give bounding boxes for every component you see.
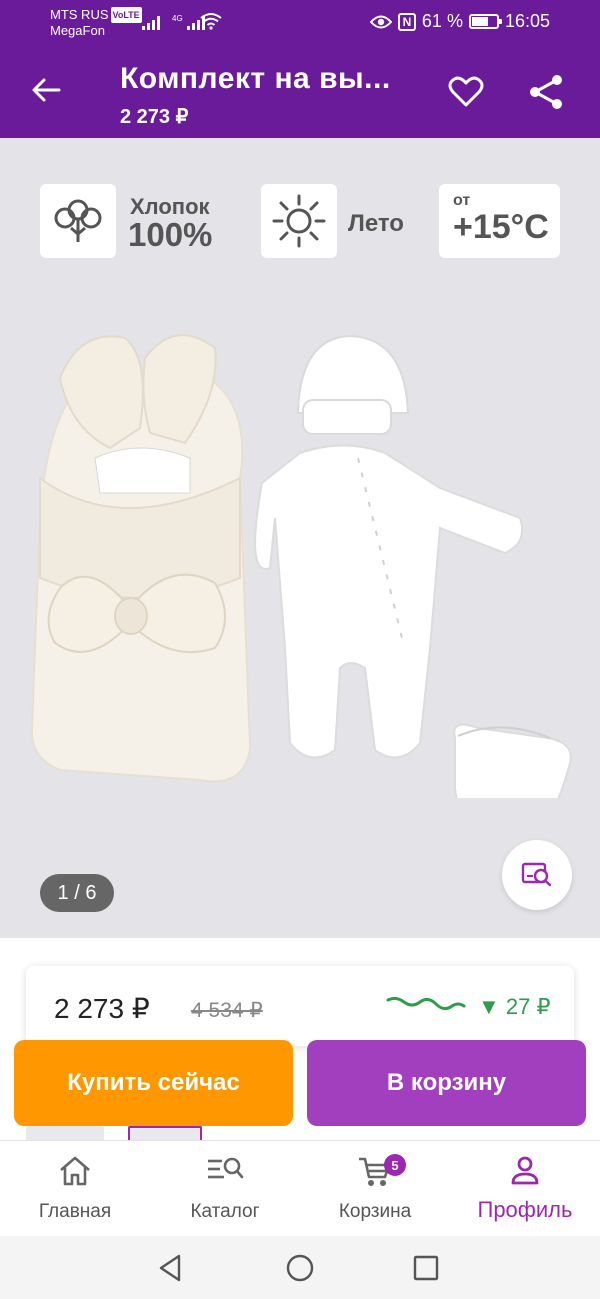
season-label: Лето: [348, 210, 404, 237]
nav-cart-label: Корзина: [338, 1201, 412, 1222]
arrow-back-icon: [32, 78, 61, 102]
old-price: 4 534 ₽: [191, 999, 263, 1022]
share-icon: [530, 75, 562, 109]
cotton-icon: [54, 199, 102, 242]
square-recents-icon: [413, 1255, 439, 1281]
buy-now-button[interactable]: Купить сейчас: [14, 1040, 293, 1126]
blanket-illustration: [30, 334, 252, 783]
image-counter: 1 / 6: [40, 874, 114, 912]
product-image-gallery[interactable]: Хлопок 100% Лето от +15°C 1 / 6: [0, 138, 600, 938]
price-drop: ▼ 27 ₽: [478, 994, 551, 1019]
sun-icon: [272, 194, 326, 248]
clock: 16:05: [504, 11, 550, 31]
signal-tag: 4G: [172, 14, 183, 23]
romper-illustration: [254, 444, 524, 759]
status-right: N 61 % 16:05: [369, 11, 550, 32]
wifi-icon: [200, 13, 222, 30]
favorite-button[interactable]: [442, 68, 490, 116]
nav-home-label: Главная: [38, 1201, 112, 1222]
home-icon: [60, 1156, 90, 1186]
system-navigation-bar: [0, 1236, 600, 1299]
add-to-cart-button[interactable]: В корзину: [307, 1040, 586, 1126]
share-button[interactable]: [522, 68, 570, 116]
battery-icon: [468, 14, 502, 29]
price-trend-icon: [386, 996, 466, 1011]
temperature-badge: от +15°C: [439, 184, 560, 258]
carrier-info: MTS RUS VoLTE MegaFon: [50, 7, 142, 39]
season-badge: [261, 184, 337, 258]
nav-catalog-label: Каталог: [190, 1201, 260, 1222]
system-recents-button[interactable]: [406, 1248, 446, 1288]
nav-cart[interactable]: 5 Корзина: [300, 1141, 450, 1237]
app-bar: Комплект на вы... 2 273 ₽: [0, 44, 600, 138]
nav-profile[interactable]: Профиль: [450, 1141, 600, 1237]
current-price: 2 273 ₽: [54, 993, 150, 1024]
eye-icon: [369, 15, 392, 28]
nfc-icon: N: [397, 12, 416, 31]
temperature-value: +15°C: [453, 208, 549, 246]
nav-home[interactable]: Главная: [0, 1141, 150, 1237]
material-percent: 100%: [128, 216, 213, 253]
carrier-primary: MTS RUS: [50, 7, 109, 22]
thumbnail-strip: [26, 1126, 226, 1140]
heart-icon: [448, 76, 484, 107]
hat-illustration: [296, 334, 410, 435]
signal-1-icon: [142, 14, 160, 30]
status-bar: MTS RUS VoLTE MegaFon 4G N 61 % 16:05: [0, 0, 600, 44]
nav-catalog[interactable]: Каталог: [150, 1141, 300, 1237]
product-photo: [30, 334, 572, 798]
bib-illustration: [453, 723, 572, 798]
battery-percent: 61 %: [421, 11, 463, 31]
bottom-navigation: Главная Каталог 5 Корзина Профиль: [0, 1140, 600, 1236]
page-title: Комплект на вы...: [120, 62, 391, 95]
top-bar: MTS RUS VoLTE MegaFon 4G N 61 % 16:05 Ко…: [0, 0, 600, 138]
image-search-button[interactable]: [502, 840, 572, 910]
profile-icon: [511, 1156, 539, 1185]
circle-home-icon: [286, 1254, 314, 1282]
back-button[interactable]: [22, 66, 70, 114]
cotton-badge: [40, 184, 116, 258]
nav-profile-label: Профиль: [477, 1197, 573, 1222]
system-home-button[interactable]: [280, 1248, 320, 1288]
header-price: 2 273 ₽: [120, 106, 189, 128]
volte-badge: VoLTE: [110, 7, 142, 23]
cart-count-badge: 5: [384, 1154, 406, 1176]
triangle-back-icon: [159, 1254, 181, 1282]
catalog-search-icon: [208, 1157, 244, 1179]
price-card: 2 273 ₽ 4 534 ₽ ▼ 27 ₽: [26, 966, 574, 1046]
system-back-button[interactable]: [150, 1248, 190, 1288]
carrier-secondary: MegaFon: [50, 23, 105, 38]
image-search-icon: [521, 862, 552, 887]
